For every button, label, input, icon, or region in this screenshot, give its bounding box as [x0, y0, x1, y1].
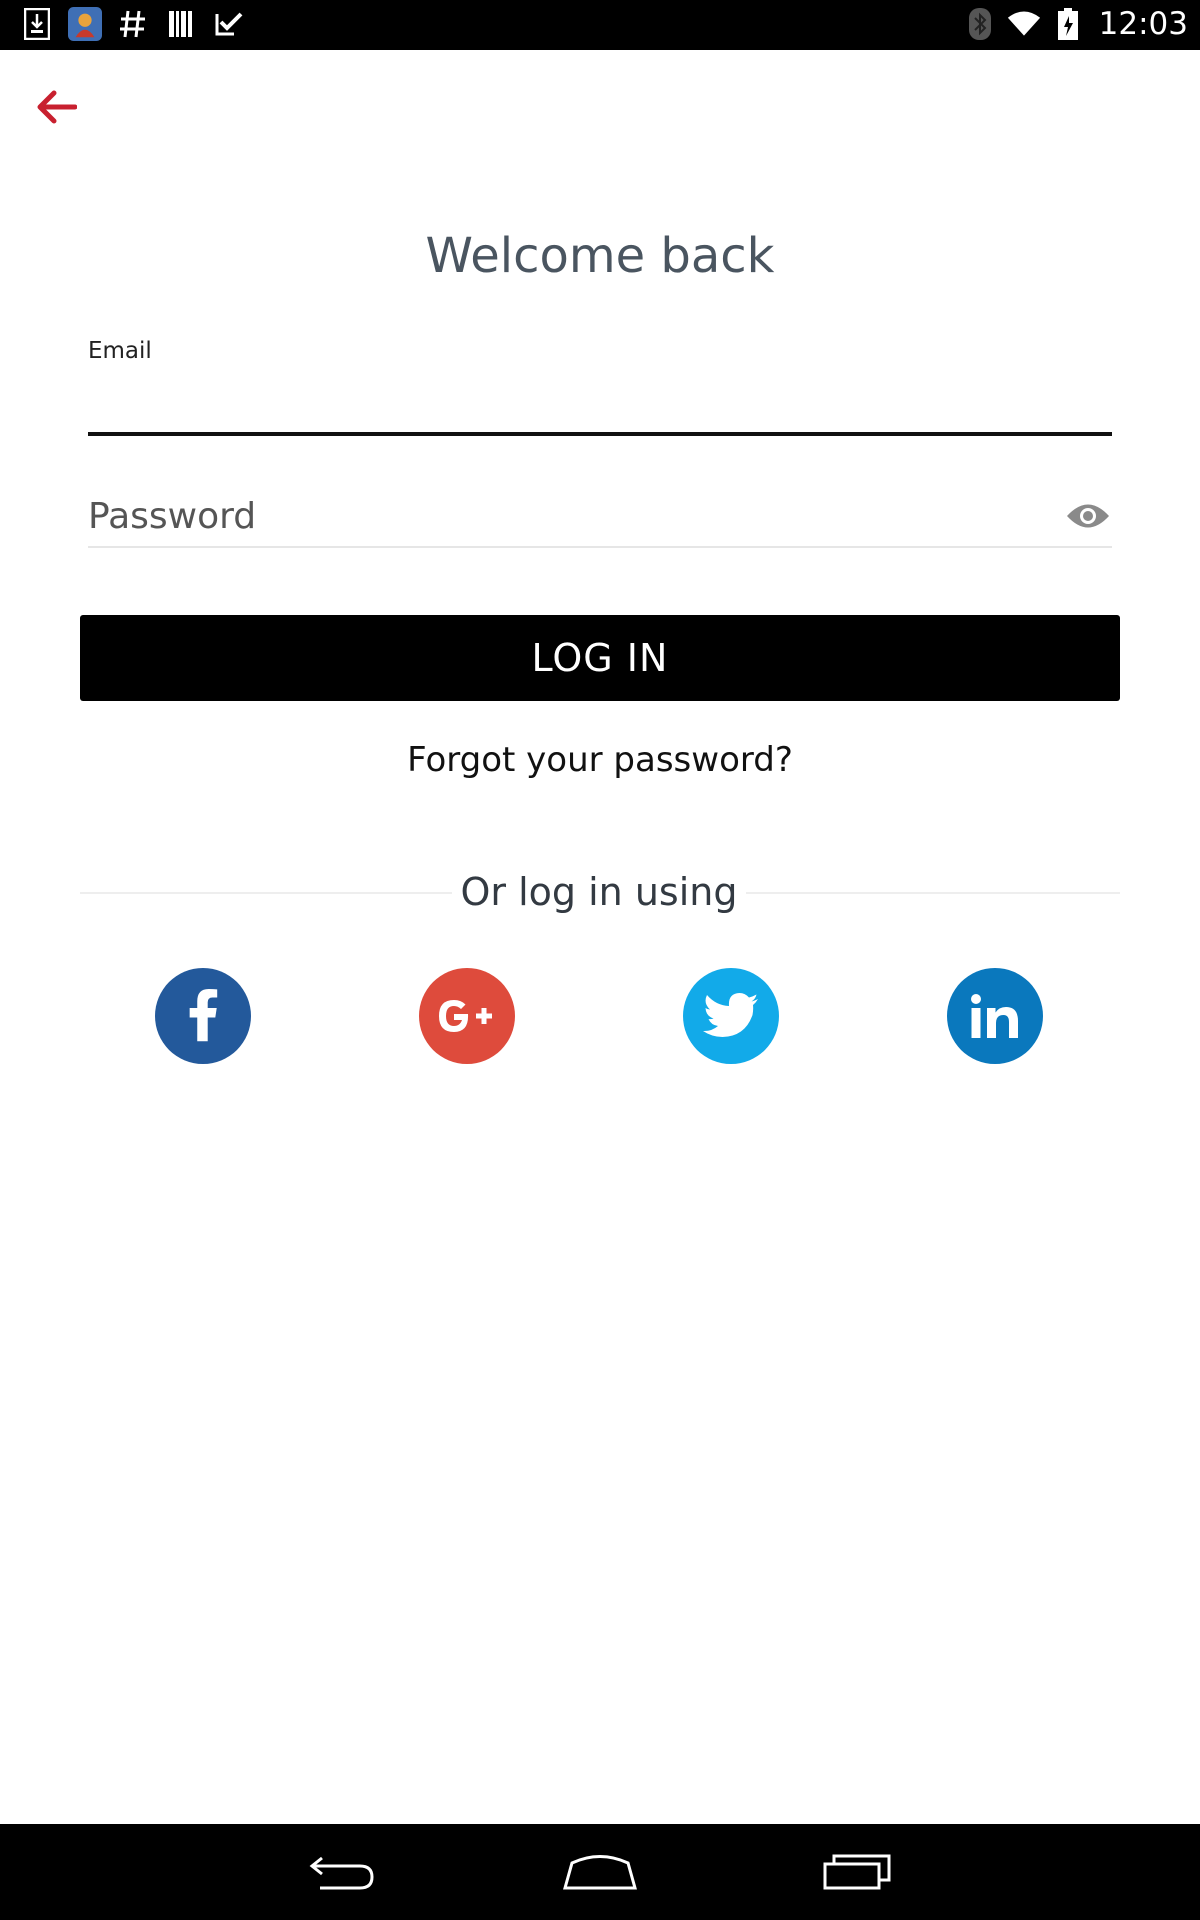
app-notification-icon	[68, 7, 102, 41]
forgot-password-link[interactable]: Forgot your password?	[0, 740, 1200, 780]
home-nav-icon	[563, 1855, 637, 1890]
twitter-icon	[703, 993, 758, 1037]
nav-home-button[interactable]	[555, 1842, 645, 1902]
email-label: Email	[88, 338, 152, 364]
divider-line	[80, 892, 452, 894]
wifi-icon	[1007, 7, 1041, 41]
eye-icon	[1067, 504, 1109, 528]
google-plus-icon	[439, 1000, 492, 1032]
back-button[interactable]	[28, 82, 84, 132]
password-field-container	[88, 488, 1112, 548]
page-title: Welcome back	[425, 228, 775, 284]
show-password-button[interactable]	[1064, 496, 1112, 536]
facebook-icon	[189, 988, 218, 1042]
status-bar: 12:03	[0, 0, 1200, 50]
linkedin-icon	[971, 994, 1018, 1038]
login-button[interactable]: LOG IN	[80, 615, 1120, 701]
linkedin-login-button[interactable]	[947, 968, 1043, 1064]
google-plus-login-button[interactable]	[419, 968, 515, 1064]
nav-back-button[interactable]	[298, 1842, 388, 1902]
social-login-heading: Or log in using	[460, 870, 738, 914]
battery-icon	[1051, 7, 1085, 41]
recents-nav-icon	[823, 1854, 891, 1890]
barcode-icon	[164, 7, 198, 41]
navigation-bar	[0, 1824, 1200, 1920]
bluetooth-icon	[963, 7, 997, 41]
divider-line	[746, 892, 1120, 894]
email-field[interactable]	[88, 370, 1112, 436]
arrow-left-icon	[37, 90, 77, 124]
password-field[interactable]	[88, 488, 1048, 544]
hashtag-icon	[116, 7, 150, 41]
facebook-login-button[interactable]	[155, 968, 251, 1064]
notification-icons	[20, 7, 246, 41]
nav-recents-button[interactable]	[812, 1842, 902, 1902]
back-nav-icon	[309, 1856, 374, 1890]
twitter-login-button[interactable]	[683, 968, 779, 1064]
download-icon	[20, 7, 54, 41]
status-time: 12:03	[1098, 6, 1188, 42]
system-icons: 12:03	[963, 6, 1188, 42]
checklist-icon	[212, 7, 246, 41]
